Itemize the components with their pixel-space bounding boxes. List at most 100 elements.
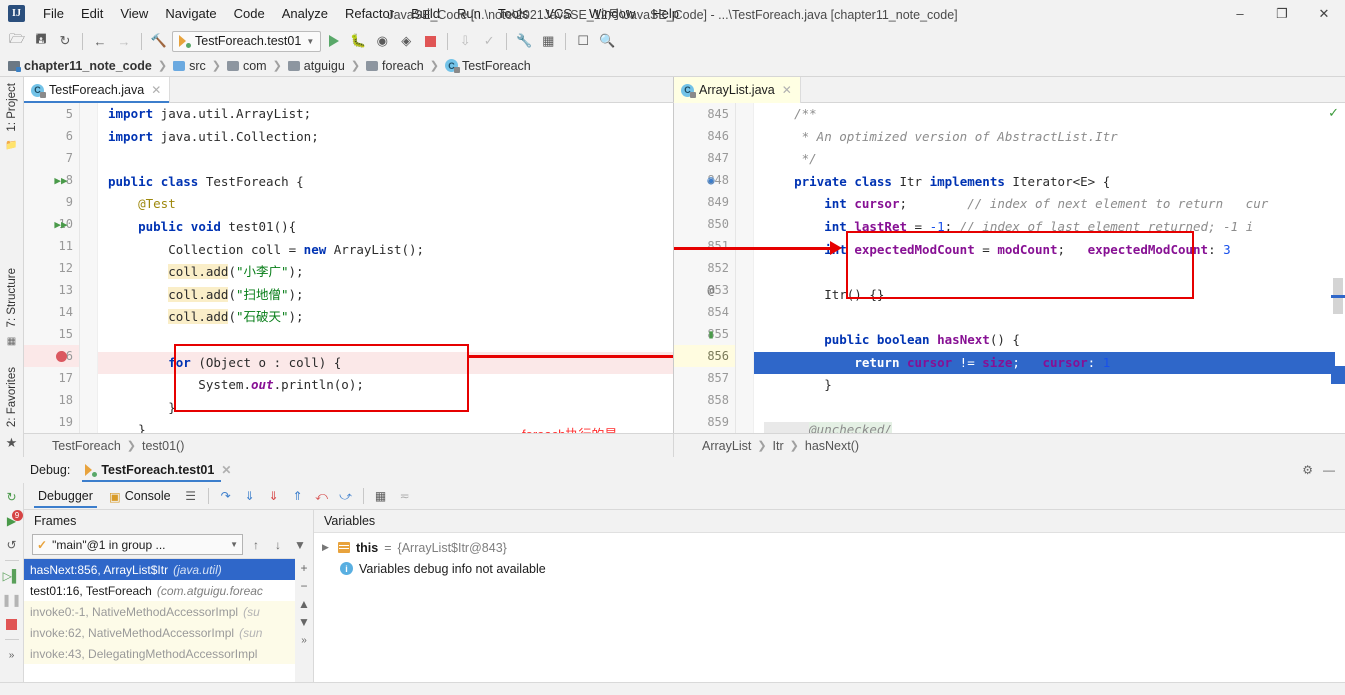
code-line[interactable]: */	[754, 148, 1335, 171]
code-viewport-right[interactable]: 845 846 847 ◉ 848 849 850 851 852 @853 854 ▮ 855 856 8…	[674, 103, 1345, 433]
code-line[interactable]: return cursor != size; cursor: 1	[754, 351, 1335, 375]
line-number[interactable]: 846	[674, 125, 735, 147]
menu-edit[interactable]: Edit	[73, 2, 111, 25]
footer-method[interactable]: hasNext()	[805, 439, 859, 453]
code-line[interactable]	[754, 397, 1335, 420]
restore-layout-icon[interactable]: ↺	[1, 533, 23, 557]
main-menu[interactable]: File Edit View Navigate Code Analyze Ref…	[35, 2, 687, 25]
code-line[interactable]: coll.add("扫地僧");	[98, 284, 673, 307]
close-button[interactable]: ✕	[1303, 0, 1345, 27]
line-number[interactable]: @853	[674, 279, 735, 301]
run-gutter-icon[interactable]: ▶▶	[50, 169, 72, 191]
force-step-into-icon[interactable]: ⇓	[264, 486, 284, 506]
footer-method[interactable]: test01()	[142, 439, 184, 453]
frames-list[interactable]: hasNext:856, ArrayList$Itr (java.util) tes…	[24, 558, 295, 682]
menu-build[interactable]: Build	[403, 2, 448, 25]
sidebar-item-structure[interactable]: 7: Structure	[3, 262, 21, 333]
code-text-right[interactable]: /** * An optimized version of AbstractLi…	[754, 103, 1335, 433]
frame-row[interactable]: invoke:62, NativeMethodAccessorImpl (sun	[24, 622, 295, 643]
code-line[interactable]: }	[754, 374, 1335, 397]
execution-point-icon[interactable]: ▮	[700, 323, 722, 345]
line-number[interactable]: 15	[24, 323, 79, 345]
tab-debugger[interactable]: Debugger	[32, 485, 99, 508]
run-gutter-icon[interactable]: ▶▶	[50, 213, 72, 235]
code-text-left[interactable]: import java.util.ArrayList; import java.u…	[98, 103, 673, 433]
frame-row[interactable]: invoke:43, DelegatingMethodAccessorImpl	[24, 643, 295, 664]
sidebar-item-project[interactable]: 1: Project	[3, 77, 21, 138]
drop-frame-icon[interactable]: ⤺	[312, 486, 332, 506]
breadcrumb-atguigu[interactable]: atguigu	[286, 58, 347, 74]
thread-selector[interactable]: ✓ "main"@1 in group ... ▼	[32, 534, 243, 555]
stop-icon[interactable]	[1, 612, 23, 636]
menu-tools[interactable]: Tools	[490, 2, 536, 25]
tab-arraylist-java[interactable]: C ArrayList.java ✕	[674, 77, 801, 103]
project-structure-icon[interactable]: ▦	[537, 30, 559, 52]
menu-refactor[interactable]: Refactor	[337, 2, 402, 25]
search-icon[interactable]: 🔍	[596, 30, 618, 52]
settings-icon[interactable]: 🔧	[513, 30, 535, 52]
frame-row[interactable]: invoke0:-1, NativeMethodAccessorImpl (su	[24, 601, 295, 622]
step-over-icon[interactable]: ↷	[216, 486, 236, 506]
pause-icon[interactable]: ❚❚	[1, 588, 23, 612]
frames-scrollbar[interactable]: + − ▲ ▼ »	[295, 558, 313, 682]
line-number[interactable]: 851	[674, 235, 735, 257]
breakpoint-icon[interactable]	[50, 345, 72, 367]
fold-gutter-right[interactable]	[736, 103, 754, 433]
scroll-up-icon[interactable]: ▲	[296, 596, 312, 612]
tab-testforeach-java[interactable]: C TestForeach.java ✕	[24, 77, 171, 103]
footer-class[interactable]: TestForeach	[52, 439, 121, 453]
open-icon[interactable]: 🗁	[6, 30, 28, 52]
code-line[interactable]: for (Object o : coll) {	[98, 351, 673, 375]
line-number[interactable]: 845	[674, 103, 735, 125]
code-line[interactable]: }	[98, 419, 673, 433]
debug-header-actions[interactable]: ⚙ —	[1302, 463, 1345, 477]
line-number[interactable]: 847	[674, 147, 735, 169]
code-line[interactable]: int expectedModCount = modCount; expecte…	[754, 239, 1335, 262]
gear-icon[interactable]: ⚙	[1302, 463, 1313, 477]
line-number-gutter-right[interactable]: 845 846 847 ◉ 848 849 850 851 852 @853 854 ▮ 855 856 8…	[674, 103, 736, 433]
line-number[interactable]: ▮ 855	[674, 323, 735, 345]
footer-breadcrumb-right[interactable]: ArrayList ❯ Itr ❯ hasNext()	[674, 434, 1345, 457]
save-icon[interactable]: 🖪	[30, 30, 52, 52]
menu-run[interactable]: Run	[449, 2, 489, 25]
code-line[interactable]: public void test01(){	[98, 216, 673, 239]
line-number[interactable]: ◉ 848	[674, 169, 735, 191]
line-number[interactable]: 854	[674, 301, 735, 323]
line-number[interactable]: ▶▶ 8	[24, 169, 79, 191]
commit-icon[interactable]: ✓	[478, 30, 500, 52]
line-number[interactable]: 14	[24, 301, 79, 323]
line-number[interactable]: 13	[24, 279, 79, 301]
scroll-down-icon[interactable]: ▼	[296, 614, 312, 630]
line-number[interactable]: 11	[24, 235, 79, 257]
frame-row[interactable]: test01:16, TestForeach (com.atguigu.forea…	[24, 580, 295, 601]
frame-down-icon[interactable]: ↓	[269, 536, 287, 554]
update-project-icon[interactable]: ⇩	[454, 30, 476, 52]
breadcrumb-module[interactable]: chapter11_note_code	[6, 58, 154, 74]
maximize-button[interactable]: ❐	[1261, 0, 1303, 27]
profile-icon[interactable]: ◈	[395, 30, 417, 52]
line-number[interactable]: 12	[24, 257, 79, 279]
mute-breakpoints-icon[interactable]: ▶ 9	[1, 509, 23, 533]
footer-inner-class[interactable]: Itr	[773, 439, 784, 453]
debug-tab-strip[interactable]: Debugger ▣ Console ☰ ↷ ⇓ ⇓ ⇑ ⤺ ⤻ ▦ ≂	[24, 483, 1345, 509]
build-hammer-icon[interactable]: 🔨	[148, 30, 170, 52]
run-to-cursor-icon[interactable]: ⤻	[336, 486, 356, 506]
code-line[interactable]: /**	[754, 103, 1335, 126]
code-line[interactable]: Itr() {}	[754, 284, 1335, 307]
menu-navigate[interactable]: Navigate	[157, 2, 224, 25]
implemented-icon[interactable]: ◉	[700, 169, 722, 191]
debug-session-tab[interactable]: TestForeach.test01 ✕	[78, 460, 237, 482]
line-number[interactable]: 856	[674, 345, 735, 367]
line-number[interactable]: 18	[24, 389, 79, 411]
code-line[interactable]: @unchecked/	[754, 419, 1335, 433]
breadcrumb-src[interactable]: src	[171, 58, 208, 74]
debug-icon[interactable]: 🐛	[347, 30, 369, 52]
forward-icon[interactable]: →	[113, 30, 135, 52]
close-icon[interactable]: ✕	[151, 83, 161, 97]
line-number[interactable]: 858	[674, 389, 735, 411]
code-line[interactable]: public class TestForeach {	[98, 171, 673, 194]
more-icon[interactable]: »	[1, 643, 23, 667]
menu-analyze[interactable]: Analyze	[274, 2, 336, 25]
code-line[interactable]: int cursor; // index of next element to …	[754, 193, 1335, 216]
code-line[interactable]	[98, 148, 673, 171]
